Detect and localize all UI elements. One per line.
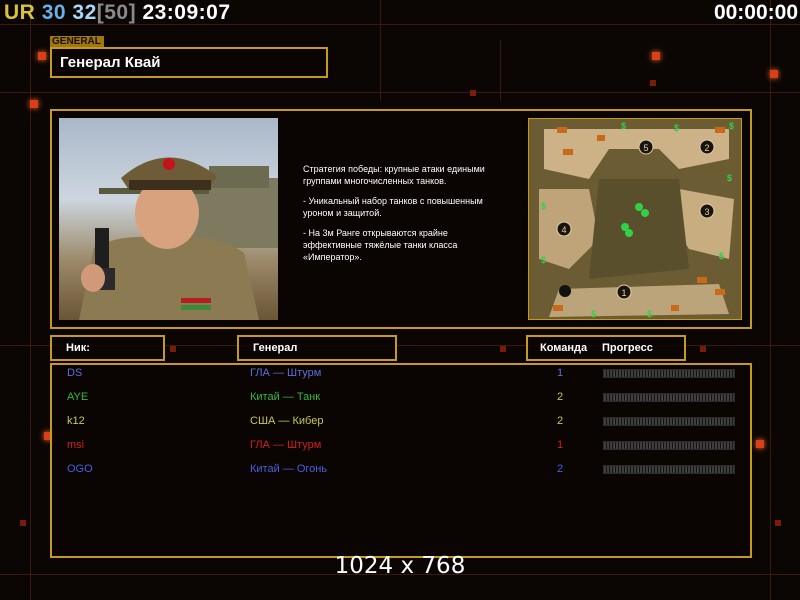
player-progress-bar [603, 441, 735, 450]
svg-text:2: 2 [704, 143, 709, 153]
header-general[interactable]: Генерал [237, 335, 397, 361]
player-team: 2 [557, 463, 564, 475]
player-general: Китай — Огонь [250, 463, 328, 475]
svg-text:$: $ [727, 173, 732, 183]
svg-text:1: 1 [621, 288, 626, 298]
start-slot-4[interactable]: 4 [556, 221, 572, 237]
general-description: Стратегия победы: крупные атаки едиными … [303, 163, 518, 271]
description-rank3: - На 3м Ранге открываются крайне эффекти… [303, 228, 458, 262]
description-tanks: - Уникальный набор танков с повышенным у… [303, 196, 483, 218]
svg-text:$: $ [591, 309, 596, 319]
start-slot-2[interactable]: 2 [699, 139, 715, 155]
header-team: Команда [540, 342, 588, 354]
svg-text:$: $ [674, 123, 679, 133]
player-general: США — Кибер [250, 415, 324, 427]
player-progress-bar [603, 393, 735, 402]
svg-text:3: 3 [704, 207, 709, 217]
player-row-1[interactable]: DS ГЛА — Штурм 1 [67, 367, 747, 381]
player-row-3[interactable]: k12 США — Кибер 2 [67, 415, 747, 429]
player-nick: OGO [67, 463, 93, 475]
description-strategy: Стратегия победы: крупные атаки едиными … [303, 164, 485, 186]
count-limit: 50 [104, 1, 129, 24]
svg-text:$: $ [621, 121, 626, 131]
clock: 23:09:07 [142, 1, 231, 24]
header-team-progress[interactable]: Команда Прогресс [526, 335, 686, 361]
player-progress-bar [603, 417, 735, 426]
general-portrait [59, 118, 278, 320]
player-row-4[interactable]: msi ГЛА — Штурм 1 [67, 439, 747, 453]
player-general: ГЛА — Штурм [250, 439, 322, 451]
ur-label: UR [4, 1, 36, 24]
svg-text:$: $ [729, 121, 734, 131]
game-timer: 00:00:00 [713, 1, 798, 24]
svg-text:$: $ [719, 251, 724, 261]
player-general: Китай — Танк [250, 391, 321, 403]
player-team: 2 [557, 415, 564, 427]
header-nick[interactable]: Ник: [50, 335, 165, 361]
player-progress-bar [603, 369, 735, 378]
svg-text:$: $ [541, 255, 546, 265]
start-slot-3[interactable]: 3 [699, 203, 715, 219]
resolution-label: 1024 x 768 [334, 553, 466, 579]
count-current: 30 [41, 1, 67, 24]
start-slot-1[interactable]: 1 [616, 284, 632, 300]
player-team: 2 [557, 391, 564, 403]
hud-status: UR 30 32[50] 23:09:07 [4, 1, 231, 25]
player-general: ГЛА — Штурм [250, 367, 322, 379]
svg-text:5: 5 [643, 143, 648, 153]
general-name: Генерал Квай [50, 47, 328, 78]
count-secondary: 32 [72, 1, 97, 24]
start-slot-5[interactable]: 5 [638, 139, 654, 155]
player-nick: k12 [67, 415, 85, 427]
svg-text:4: 4 [561, 225, 566, 235]
player-team: 1 [557, 367, 564, 379]
svg-text:$: $ [647, 309, 652, 319]
player-row-2[interactable]: AYE Китай — Танк 2 [67, 391, 747, 405]
player-nick: DS [67, 367, 83, 379]
player-nick: msi [67, 439, 85, 451]
player-row-5[interactable]: OGO Китай — Огонь 2 [67, 463, 747, 477]
player-progress-bar [603, 465, 735, 474]
minimap[interactable]: 5 2 3 4 1 $ $ $ $ $ $ $ $ $ [528, 118, 742, 320]
player-nick: AYE [67, 391, 89, 403]
header-progress: Прогресс [602, 342, 653, 354]
bracket-close: ] [128, 1, 137, 24]
player-team: 1 [557, 439, 564, 451]
svg-text:$: $ [541, 201, 546, 211]
